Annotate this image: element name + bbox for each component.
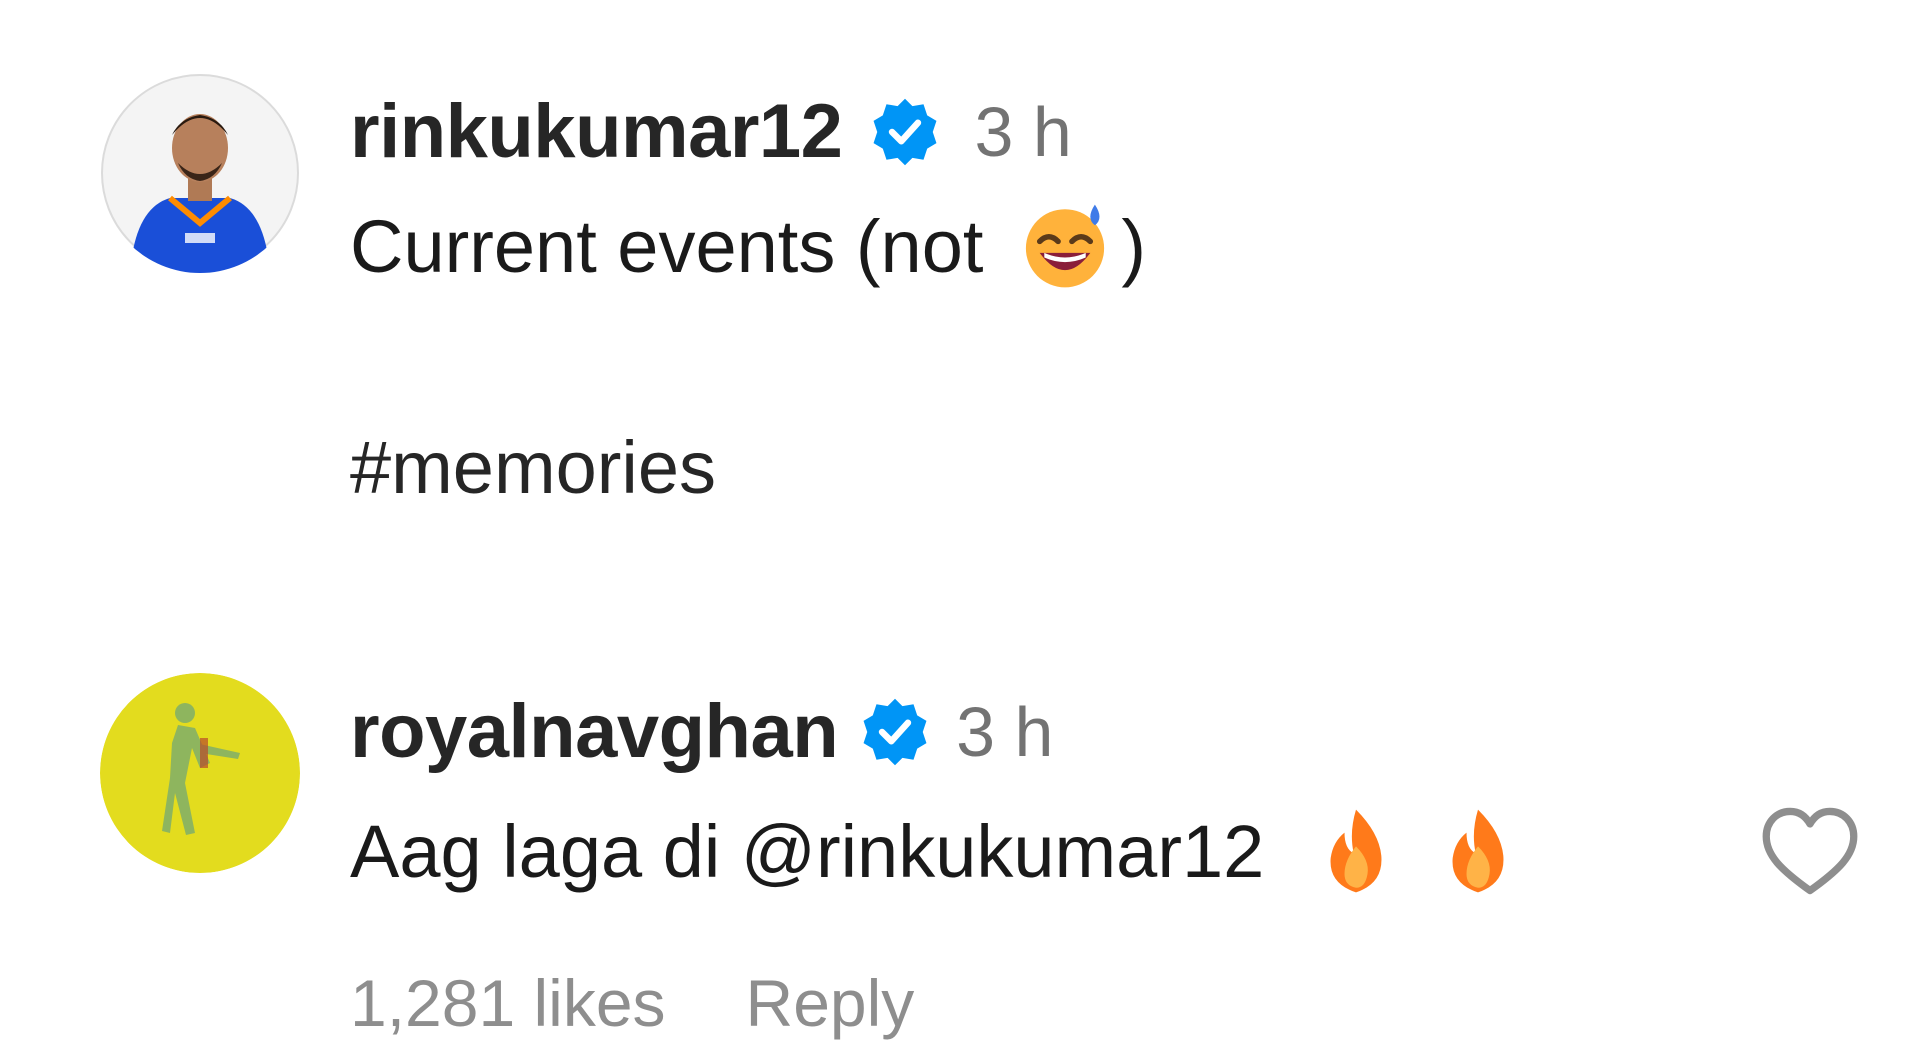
comment-text-suffix: ) <box>1121 204 1147 288</box>
comment-text-prefix: Current events (not <box>350 204 984 288</box>
username[interactable]: rinkukumar12 <box>350 88 843 175</box>
comment-text: Aag laga di @rinkukumar12 <box>350 805 1524 897</box>
comment-header: royalnavghan 3 h <box>350 688 1053 775</box>
avatar[interactable] <box>100 73 300 273</box>
comment-header: rinkukumar12 3 h <box>350 88 1072 175</box>
like-heart-icon[interactable] <box>1760 805 1860 897</box>
verified-badge-icon <box>868 95 942 169</box>
username[interactable]: royalnavghan <box>350 688 839 775</box>
fire-emoji-icon <box>1310 805 1402 897</box>
timestamp: 3 h <box>956 692 1054 771</box>
comments-section: rinkukumar12 3 h Current events (not ) #… <box>0 0 1920 1047</box>
likes-count[interactable]: 1,281 likes <box>350 965 666 1041</box>
grinning-sweat-emoji-icon <box>1019 200 1111 292</box>
verified-badge-icon <box>858 695 932 769</box>
comment-meta: 1,281 likes Reply <box>350 965 914 1041</box>
hashtag-link[interactable]: #memories <box>350 425 716 510</box>
avatar[interactable] <box>100 673 300 873</box>
timestamp: 3 h <box>974 92 1072 171</box>
comment-text: Current events (not ) <box>350 200 1146 292</box>
fire-emoji-icon <box>1432 805 1524 897</box>
reply-button[interactable]: Reply <box>746 965 915 1041</box>
comment-text-body: Aag laga di @rinkukumar12 <box>350 809 1265 893</box>
